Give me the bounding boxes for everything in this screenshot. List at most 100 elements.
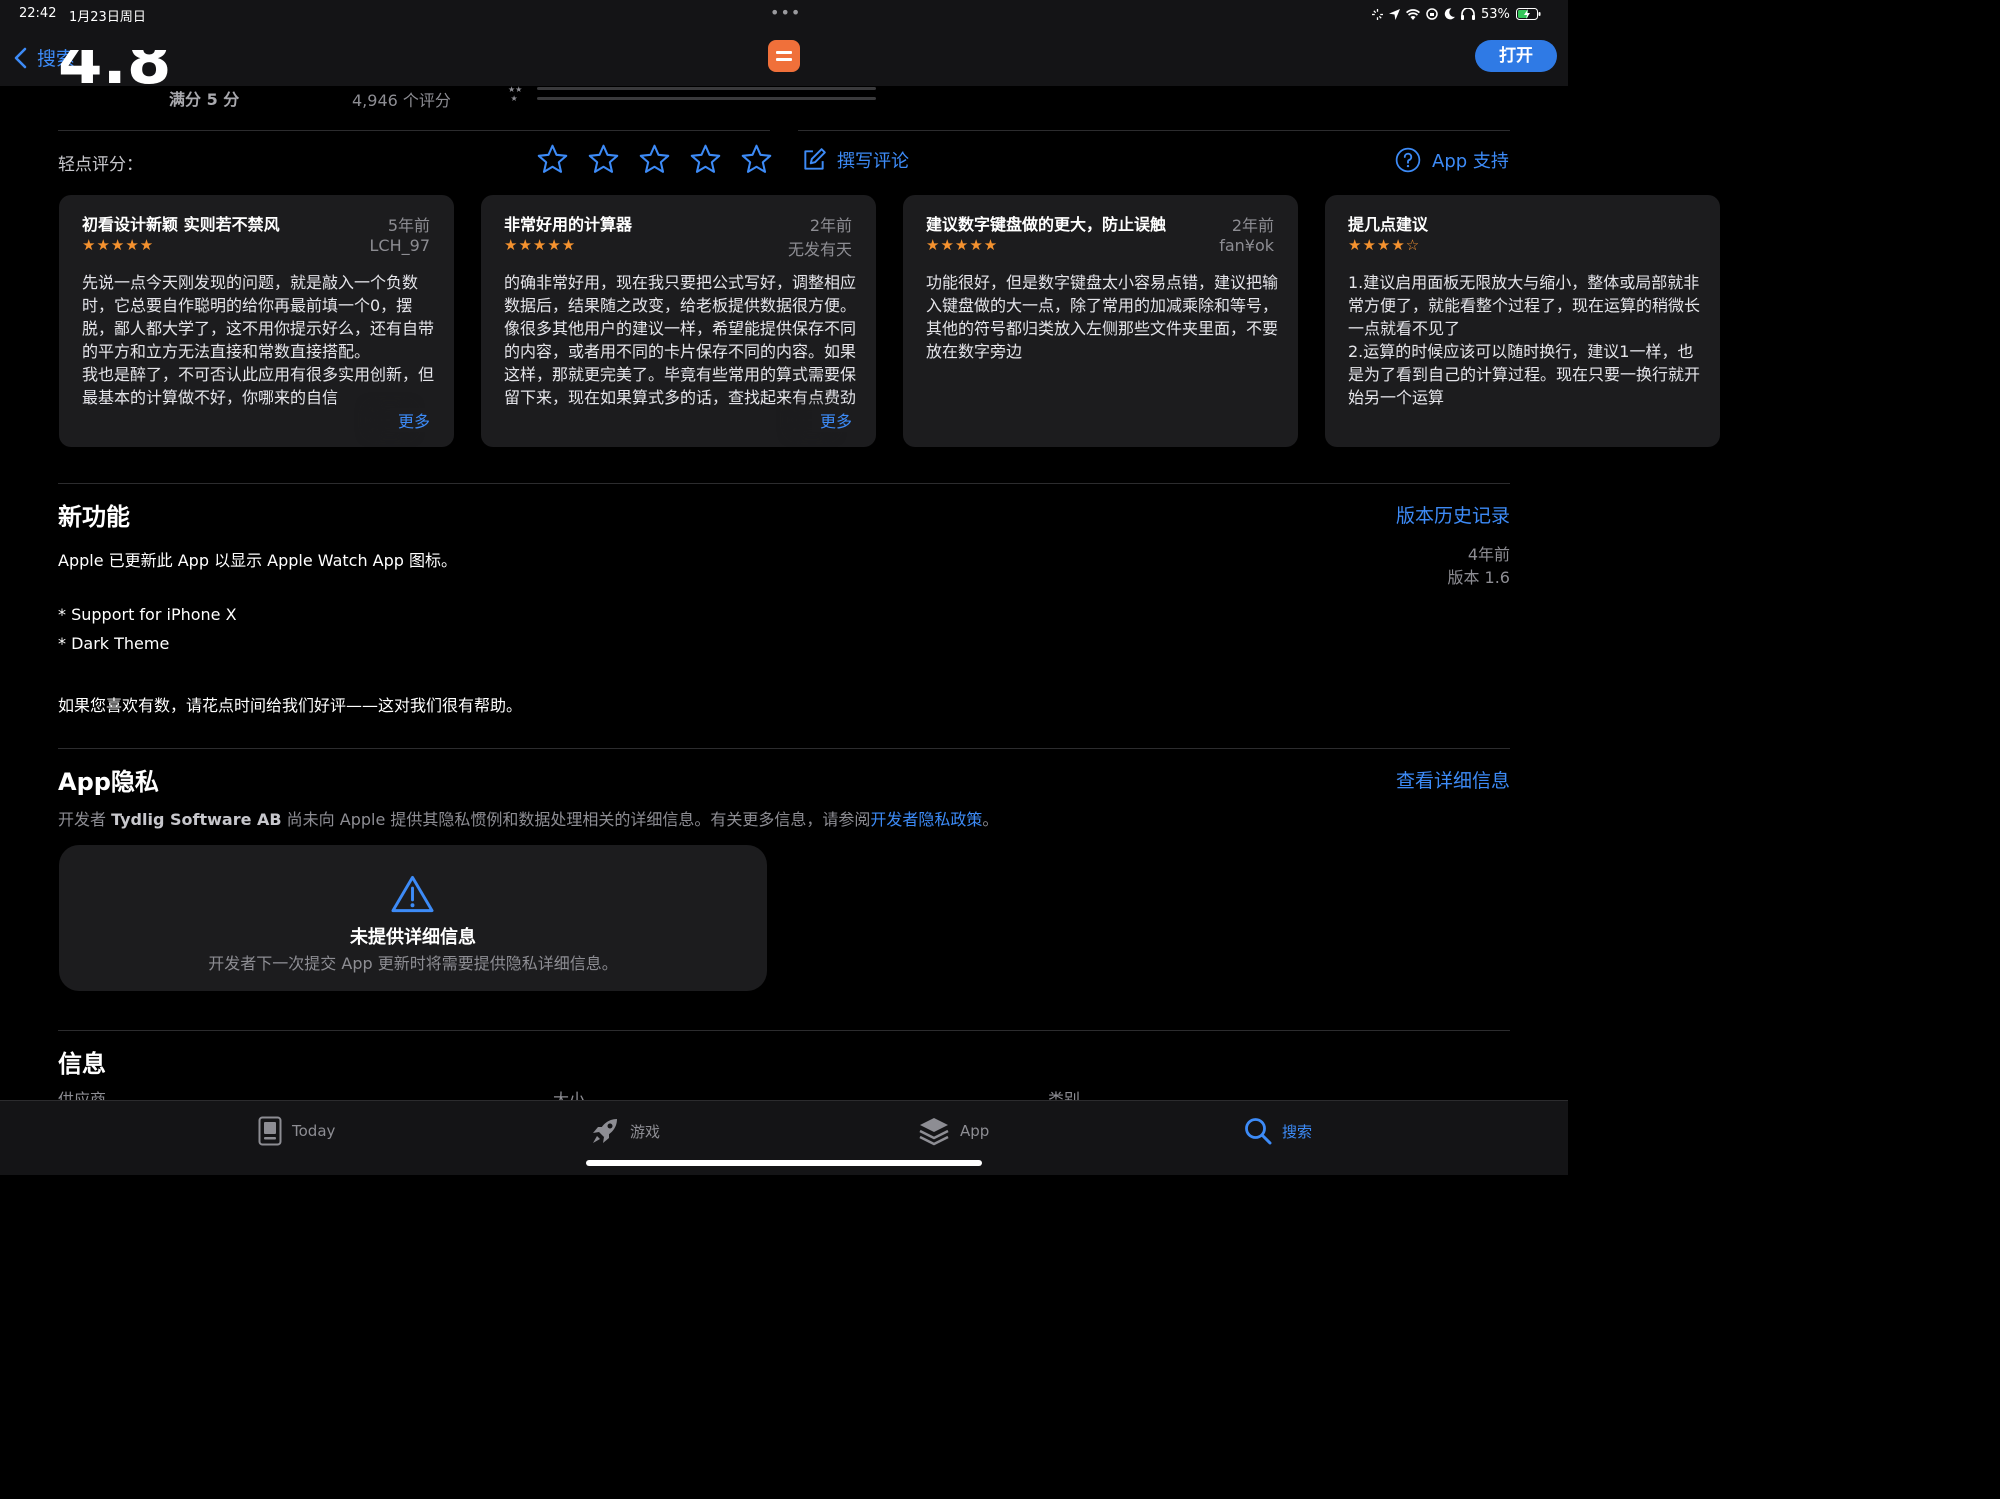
- tap-to-rate-stars: [536, 143, 773, 176]
- review-stars: ★★★★★: [82, 236, 155, 254]
- today-icon: [258, 1116, 282, 1146]
- star-outline-icon[interactable]: [536, 143, 569, 176]
- info-title: 信息: [58, 1050, 106, 1078]
- review-title: 提几点建议: [1348, 215, 1429, 234]
- tab-apps[interactable]: App: [918, 1113, 989, 1149]
- wifi-icon: [1406, 8, 1420, 20]
- review-date: 5年前: [387, 216, 430, 235]
- tab-search[interactable]: 搜索: [1244, 1113, 1312, 1149]
- review-card[interactable]: 建议数字键盘做的更大，防止误触 2年前 ★★★★★ fan¥ok 功能很好，但是…: [903, 195, 1298, 447]
- star-outline-icon[interactable]: [740, 143, 773, 176]
- review-more-link[interactable]: 更多: [389, 408, 430, 432]
- tab-games[interactable]: 游戏: [590, 1113, 660, 1149]
- review-author: 无发有天: [787, 240, 852, 259]
- review-title: 初看设计新颖 实则若不禁风: [82, 215, 280, 234]
- privacy-title: App隐私: [58, 768, 159, 796]
- review-card[interactable]: 非常好用的计算器 2年前 ★★★★★ 无发有天 的确非常好用，现在我只要把公式写…: [481, 195, 876, 447]
- review-stars: ★★★★☆: [1348, 236, 1421, 254]
- developer-name: Tydlig Software AB: [111, 810, 282, 829]
- tab-label: Today: [292, 1122, 336, 1140]
- release-note-line: 如果您喜欢有数，请花点时间给我们好评——这对我们很有帮助。: [58, 696, 523, 715]
- multitasking-dots-icon[interactable]: •••: [770, 3, 801, 22]
- star-outline-icon[interactable]: [638, 143, 671, 176]
- section-divider: [58, 483, 1510, 484]
- star-outline-icon[interactable]: [689, 143, 722, 176]
- privacy-details-link[interactable]: 查看详细信息: [1396, 766, 1510, 793]
- review-stars: ★★★★★: [926, 236, 999, 254]
- chevron-left-icon: [14, 47, 27, 68]
- location-icon: [1389, 8, 1400, 20]
- histogram-bar-1: [537, 97, 876, 100]
- review-author: fan¥ok: [1219, 236, 1274, 255]
- whats-new-title: 新功能: [58, 503, 130, 531]
- write-review-button[interactable]: 撰写评论: [801, 147, 909, 173]
- rating-count: 4,946 个评分: [352, 91, 451, 110]
- privacy-card-title: 未提供详细信息: [350, 927, 476, 948]
- rating-score: 4.8: [58, 50, 171, 86]
- histogram-star-labels: ★★ ★: [508, 85, 523, 103]
- review-title: 建议数字键盘做的更大，防止误触: [926, 215, 1167, 234]
- question-circle-icon: [1395, 147, 1421, 173]
- privacy-desc-suffix: 。: [982, 810, 999, 829]
- app-icon[interactable]: [768, 40, 800, 72]
- version-history-link[interactable]: 版本历史记录: [1396, 501, 1510, 528]
- privacy-card: 未提供详细信息 开发者下一次提交 App 更新时将需要提供隐私详细信息。: [59, 845, 767, 991]
- loading-icon: [1372, 8, 1383, 20]
- app-support-button[interactable]: App 支持: [1395, 147, 1509, 173]
- privacy-desc-middle: 尚未向 Apple 提供其隐私惯例和数据处理相关的详细信息。有关更多信息，请参阅: [281, 810, 871, 829]
- release-note-line: * Dark Theme: [58, 634, 170, 653]
- developer-privacy-policy-link[interactable]: 开发者隐私政策: [870, 810, 982, 829]
- review-body: 1.建议启用面板无限放大与缩小，整体或局部就非常方便了，就能看整个过程了，现在运…: [1348, 273, 1701, 407]
- release-note-line: Apple 已更新此 App 以显示 Apple Watch App 图标。: [58, 551, 458, 570]
- tab-label: 游戏: [630, 1122, 661, 1141]
- home-indicator[interactable]: [586, 1160, 982, 1166]
- headphones-icon: [1461, 8, 1475, 20]
- status-time: 22:42: [19, 6, 57, 21]
- review-title: 非常好用的计算器: [504, 215, 633, 234]
- layers-icon: [919, 1118, 949, 1146]
- review-more-link[interactable]: 更多: [811, 408, 852, 432]
- update-age: 4年前: [1467, 545, 1510, 564]
- battery-icon: [1515, 8, 1541, 20]
- equals-bar-bottom: [776, 58, 792, 61]
- tab-today[interactable]: Today: [258, 1113, 335, 1149]
- status-date: 1月23日周日: [69, 10, 146, 25]
- compose-icon: [804, 148, 826, 170]
- divider-left: [58, 130, 770, 131]
- star-outline-icon[interactable]: [587, 143, 620, 176]
- privacy-description: 开发者 Tydlig Software AB 尚未向 Apple 提供其隐私惯例…: [58, 806, 998, 830]
- release-note-line: * Support for iPhone X: [58, 605, 237, 624]
- privacy-card-text: 开发者下一次提交 App 更新时将需要提供隐私详细信息。: [208, 954, 618, 973]
- review-date: 2年前: [1231, 216, 1274, 235]
- search-icon: [1245, 1118, 1272, 1145]
- review-stars: ★★★★★: [504, 236, 577, 254]
- equals-bar-top: [776, 51, 792, 54]
- histogram-bar-2: [537, 87, 876, 90]
- tab-label: App: [960, 1122, 990, 1140]
- open-button[interactable]: 打开: [1475, 40, 1557, 72]
- moon-icon: [1444, 8, 1455, 20]
- warning-icon: [391, 875, 434, 913]
- navigation-bar: 22:42 1月23日周日 ••• 53% 搜索 打开: [0, 0, 1568, 86]
- review-body: 的确非常好用，现在我只要把公式写好，调整相应数据后，结果随之改变，给老板提供数据…: [504, 273, 857, 407]
- tap-to-rate-label: 轻点评分：: [58, 155, 143, 175]
- privacy-desc-prefix: 开发者: [58, 810, 112, 829]
- version-number: 版本 1.6: [1447, 568, 1510, 587]
- tab-label: 搜索: [1282, 1122, 1313, 1141]
- app-support-label: App 支持: [1432, 151, 1509, 172]
- divider-right: [798, 130, 1510, 131]
- review-card[interactable]: 初看设计新颖 实则若不禁风 5年前 ★★★★★ LCH_97 先说一点今天刚发现…: [59, 195, 454, 447]
- rocket-icon: [593, 1119, 617, 1143]
- rotation-lock-icon: [1426, 8, 1438, 20]
- section-divider: [58, 1030, 1510, 1031]
- rating-score-clip: 4.8: [58, 50, 178, 86]
- battery-percent: 53%: [1481, 6, 1510, 22]
- review-card[interactable]: 提几点建议 ★★★★☆ 1.建议启用面板无限放大与缩小，整体或局部就非常方便了，…: [1325, 195, 1720, 447]
- review-body: 功能很好，但是数字键盘太小容易点错，建议把输入键盘做的大一点，除了常用的加减乘除…: [926, 273, 1279, 361]
- write-review-label: 撰写评论: [837, 151, 909, 172]
- review-date: 2年前: [809, 216, 852, 235]
- rating-out-of: 满分 5 分: [169, 90, 240, 109]
- review-body: 先说一点今天刚发现的问题，就是敲入一个负数时，它总要自作聪明的给你再最前填一个0…: [82, 273, 435, 407]
- tab-bar: Today 游戏 App 搜索: [0, 1100, 1568, 1175]
- status-icons: 53%: [1372, 6, 1541, 22]
